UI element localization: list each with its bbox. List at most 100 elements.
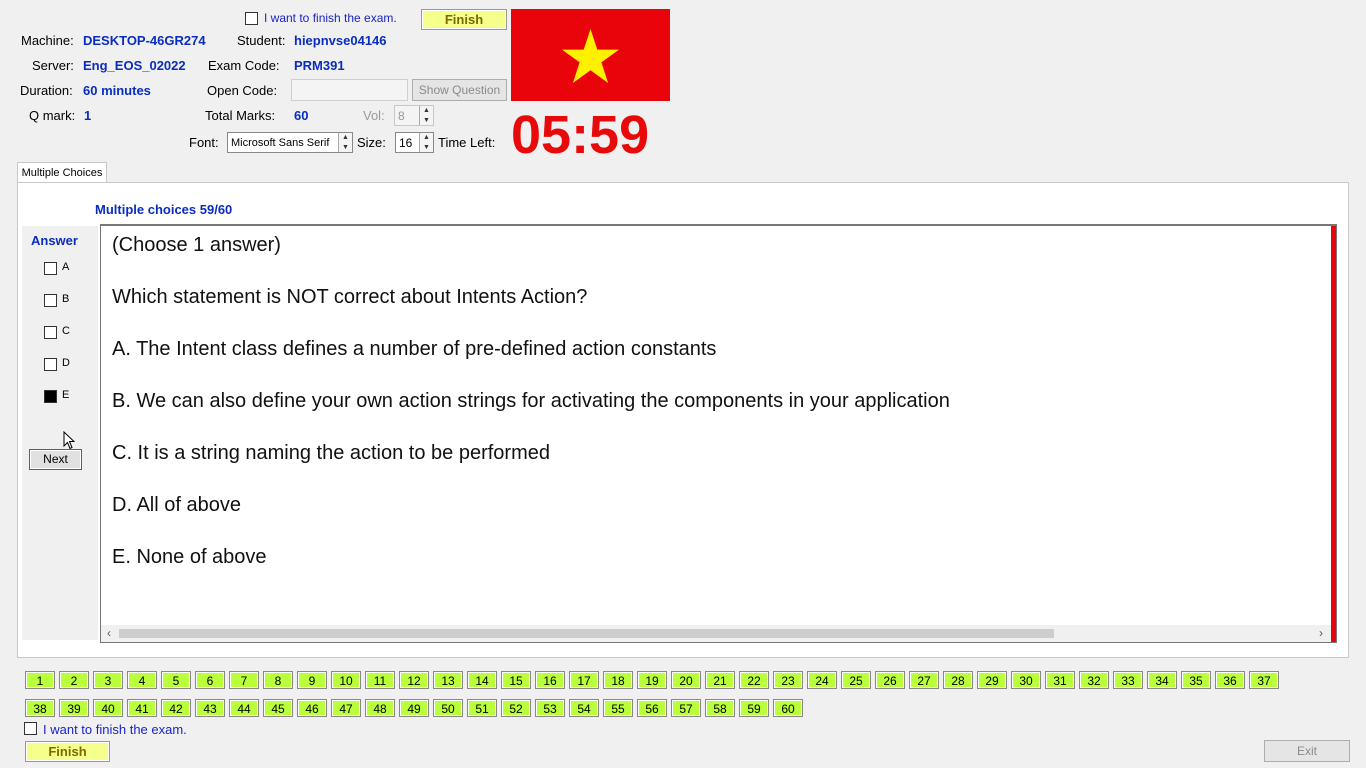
exam-code-value: PRM391 — [294, 58, 345, 73]
question-nav-button-29[interactable]: 29 — [977, 671, 1007, 689]
font-spinner[interactable]: Microsoft Sans Serif ▲ ▼ — [227, 132, 353, 153]
finish-exam-checkbox-top[interactable] — [245, 12, 258, 25]
question-nav-button-17[interactable]: 17 — [569, 671, 599, 689]
question-nav-button-23[interactable]: 23 — [773, 671, 803, 689]
vol-spinner-buttons[interactable]: ▲ ▼ — [419, 106, 433, 125]
question-nav-button-34[interactable]: 34 — [1147, 671, 1177, 689]
show-question-button[interactable]: Show Question — [412, 79, 507, 101]
question-nav-button-21[interactable]: 21 — [705, 671, 735, 689]
chevron-right-icon[interactable]: › — [1319, 626, 1323, 640]
question-nav-button-11[interactable]: 11 — [365, 671, 395, 689]
question-nav-button-44[interactable]: 44 — [229, 699, 259, 717]
question-nav-button-25[interactable]: 25 — [841, 671, 871, 689]
question-nav-button-57[interactable]: 57 — [671, 699, 701, 717]
question-nav-button-6[interactable]: 6 — [195, 671, 225, 689]
question-nav-button-8[interactable]: 8 — [263, 671, 293, 689]
question-nav-button-48[interactable]: 48 — [365, 699, 395, 717]
question-nav-button-22[interactable]: 22 — [739, 671, 769, 689]
question-nav-button-27[interactable]: 27 — [909, 671, 939, 689]
scrollbar-thumb[interactable] — [119, 629, 1054, 638]
time-left-label: Time Left: — [438, 135, 496, 150]
finish-button-bottom[interactable]: Finish — [25, 741, 110, 762]
question-nav-button-26[interactable]: 26 — [875, 671, 905, 689]
question-nav-button-50[interactable]: 50 — [433, 699, 463, 717]
size-spinner-buttons[interactable]: ▲ ▼ — [419, 133, 433, 152]
question-nav-button-32[interactable]: 32 — [1079, 671, 1109, 689]
size-spinner[interactable]: 16 ▲ ▼ — [395, 132, 434, 153]
question-nav-button-10[interactable]: 10 — [331, 671, 361, 689]
question-nav-button-37[interactable]: 37 — [1249, 671, 1279, 689]
chevron-left-icon[interactable]: ‹ — [107, 626, 111, 640]
answer-pane — [22, 226, 98, 640]
question-nav-button-46[interactable]: 46 — [297, 699, 327, 717]
question-nav-button-53[interactable]: 53 — [535, 699, 565, 717]
finish-button-top[interactable]: Finish — [421, 9, 507, 30]
vol-spinner[interactable]: 8 ▲ ▼ — [394, 105, 434, 126]
font-spinner-buttons[interactable]: ▲ ▼ — [338, 133, 352, 152]
question-nav-button-12[interactable]: 12 — [399, 671, 429, 689]
question-nav-button-33[interactable]: 33 — [1113, 671, 1143, 689]
question-nav-button-2[interactable]: 2 — [59, 671, 89, 689]
horizontal-scrollbar[interactable]: ‹ › — [101, 625, 1331, 642]
question-nav-button-18[interactable]: 18 — [603, 671, 633, 689]
question-nav-button-24[interactable]: 24 — [807, 671, 837, 689]
question-nav-button-14[interactable]: 14 — [467, 671, 497, 689]
question-nav-button-36[interactable]: 36 — [1215, 671, 1245, 689]
question-nav-button-51[interactable]: 51 — [467, 699, 497, 717]
question-nav-button-5[interactable]: 5 — [161, 671, 191, 689]
chevron-down-icon[interactable]: ▼ — [339, 143, 352, 153]
chevron-up-icon[interactable]: ▲ — [420, 106, 433, 116]
answer-checkbox-c[interactable] — [44, 326, 57, 339]
question-nav-button-54[interactable]: 54 — [569, 699, 599, 717]
question-nav-button-47[interactable]: 47 — [331, 699, 361, 717]
question-nav-button-55[interactable]: 55 — [603, 699, 633, 717]
question-nav-button-43[interactable]: 43 — [195, 699, 225, 717]
question-nav-button-41[interactable]: 41 — [127, 699, 157, 717]
chevron-down-icon[interactable]: ▼ — [420, 143, 433, 153]
next-button[interactable]: Next — [29, 449, 82, 470]
question-nav-button-40[interactable]: 40 — [93, 699, 123, 717]
question-nav-button-30[interactable]: 30 — [1011, 671, 1041, 689]
question-nav-button-45[interactable]: 45 — [263, 699, 293, 717]
finish-exam-checkbox-bottom[interactable] — [24, 722, 37, 735]
chevron-up-icon[interactable]: ▲ — [339, 133, 352, 143]
question-nav-button-28[interactable]: 28 — [943, 671, 973, 689]
question-nav-button-52[interactable]: 52 — [501, 699, 531, 717]
chevron-up-icon[interactable]: ▲ — [420, 133, 433, 143]
question-nav-button-20[interactable]: 20 — [671, 671, 701, 689]
question-nav-button-3[interactable]: 3 — [93, 671, 123, 689]
question-nav-button-16[interactable]: 16 — [535, 671, 565, 689]
question-instruction: (Choose 1 answer) — [112, 234, 281, 256]
answer-checkbox-d[interactable] — [44, 358, 57, 371]
question-nav-button-1[interactable]: 1 — [25, 671, 55, 689]
question-nav-button-56[interactable]: 56 — [637, 699, 667, 717]
question-nav-button-13[interactable]: 13 — [433, 671, 463, 689]
exit-button[interactable]: Exit — [1264, 740, 1350, 762]
question-nav-button-7[interactable]: 7 — [229, 671, 259, 689]
question-nav-button-9[interactable]: 9 — [297, 671, 327, 689]
question-nav-button-19[interactable]: 19 — [637, 671, 667, 689]
question-nav-button-58[interactable]: 58 — [705, 699, 735, 717]
server-label: Server: — [32, 58, 74, 73]
answer-checkbox-b[interactable] — [44, 294, 57, 307]
question-nav-button-59[interactable]: 59 — [739, 699, 769, 717]
answer-checkbox-e[interactable] — [44, 390, 57, 403]
red-vertical-bar — [1331, 226, 1336, 642]
question-nav-button-38[interactable]: 38 — [25, 699, 55, 717]
question-nav-button-42[interactable]: 42 — [161, 699, 191, 717]
question-text-box[interactable]: (Choose 1 answer) Which statement is NOT… — [100, 224, 1337, 643]
open-code-label: Open Code: — [207, 83, 278, 98]
tab-multiple-choices[interactable]: Multiple Choices — [17, 162, 107, 183]
question-nav-button-35[interactable]: 35 — [1181, 671, 1211, 689]
question-nav-button-49[interactable]: 49 — [399, 699, 429, 717]
question-nav-button-4[interactable]: 4 — [127, 671, 157, 689]
question-nav-button-15[interactable]: 15 — [501, 671, 531, 689]
chevron-down-icon[interactable]: ▼ — [420, 116, 433, 126]
open-code-input[interactable] — [291, 79, 408, 101]
question-heading: Multiple choices 59/60 — [95, 202, 233, 217]
question-nav-button-31[interactable]: 31 — [1045, 671, 1075, 689]
answer-checkbox-a[interactable] — [44, 262, 57, 275]
answer-label-d: D — [62, 357, 70, 369]
question-nav-button-39[interactable]: 39 — [59, 699, 89, 717]
question-nav-button-60[interactable]: 60 — [773, 699, 803, 717]
